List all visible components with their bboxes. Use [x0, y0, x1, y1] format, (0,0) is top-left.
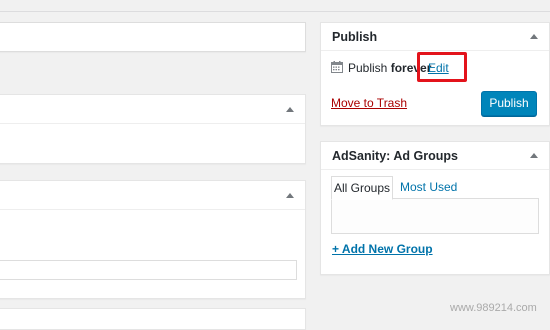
editor-metabox [0, 308, 306, 330]
adsanity-ad-groups-metabox: AdSanity: Ad Groups All Groups Most Used… [320, 141, 550, 275]
publish-button[interactable]: Publish [481, 91, 537, 116]
collapse-arrow-icon[interactable] [530, 34, 538, 39]
metabox-header-divider [321, 50, 549, 51]
metabox-header-divider [0, 209, 305, 210]
tab-all-groups[interactable]: All Groups [331, 176, 393, 200]
metabox-header-divider [0, 123, 305, 124]
collapse-arrow-icon[interactable] [286, 193, 294, 198]
metabox-header-divider [321, 169, 549, 170]
post-title-input[interactable] [0, 22, 306, 52]
watermark-text: www.989214.com [450, 302, 537, 314]
top-divider [0, 11, 550, 12]
adsanity-box-title: AdSanity: Ad Groups [332, 149, 458, 163]
collapse-arrow-icon[interactable] [530, 153, 538, 158]
edit-highlight-box [417, 52, 467, 82]
editor-metabox [0, 94, 306, 164]
ad-groups-checklist[interactable] [331, 198, 539, 234]
publish-metabox: Publish Publish forever Edit Move to Tra… [320, 22, 550, 126]
editor-metabox [0, 180, 306, 299]
calendar-icon [331, 61, 343, 73]
publish-box-title: Publish [332, 30, 378, 44]
move-to-trash-link[interactable]: Move to Trash [331, 96, 407, 110]
publish-schedule-prefix: Publish [348, 61, 391, 75]
add-new-group-link[interactable]: + Add New Group [332, 242, 433, 256]
metabox-text-input[interactable] [0, 260, 297, 280]
collapse-arrow-icon[interactable] [286, 107, 294, 112]
tab-most-used[interactable]: Most Used [400, 180, 457, 194]
